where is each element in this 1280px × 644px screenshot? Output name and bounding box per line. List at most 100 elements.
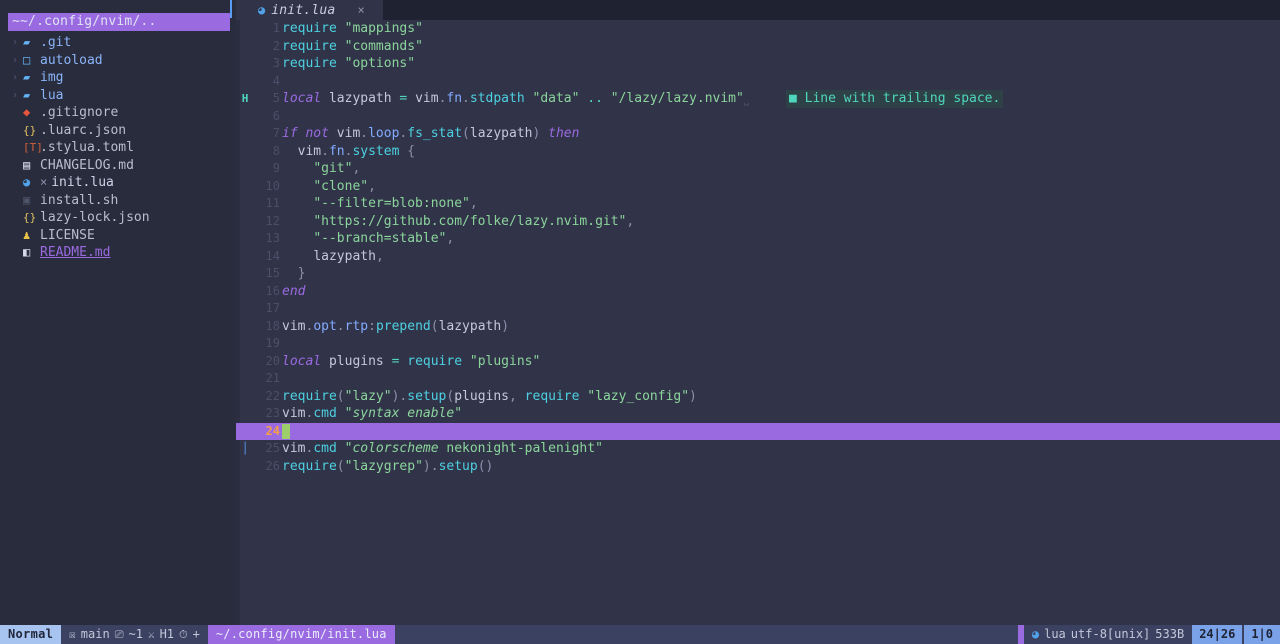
code-line[interactable]: 17 xyxy=(236,300,1280,318)
code-line[interactable]: 3 require "options" xyxy=(236,55,1280,73)
code-line[interactable]: 22 require("lazy").setup(plugins, require… xyxy=(236,388,1280,406)
lua-icon: ◕ xyxy=(1031,627,1040,641)
line-number: 4 xyxy=(272,73,280,88)
status-plus-label: + xyxy=(192,627,200,641)
lsp-icon: ⚔ xyxy=(147,628,155,641)
chevron-right-icon[interactable]: › xyxy=(12,69,23,87)
code-editor[interactable]: 1 require "mappings" 2 require "commands" 3 r… xyxy=(236,20,1280,625)
file-tree-item-label: .gitignore xyxy=(40,105,119,120)
code-line-text: } xyxy=(297,266,306,281)
code-line[interactable]: 10 "clone", xyxy=(236,178,1280,196)
code-line[interactable]: 24 xyxy=(236,422,1280,440)
status-file-path: ~/.config/nvim/init.lua xyxy=(207,625,395,644)
code-line[interactable]: 26 require("lazygrep").setup() xyxy=(236,458,1280,476)
chevron-right-icon[interactable]: › xyxy=(12,52,23,70)
line-number: 9 xyxy=(272,161,280,175)
file-tree-item-install-sh[interactable]: ▣ install.sh xyxy=(0,192,230,210)
status-diff-count: ~1 xyxy=(128,627,143,641)
status-git-section[interactable]: ☒ main ⎚ ~1 ⚔ H1 ⏱ + xyxy=(61,625,208,644)
text-cursor xyxy=(282,423,290,439)
lua-icon: ◕ xyxy=(258,3,266,17)
bufferline[interactable]: ◕ init.lua × xyxy=(236,0,1280,20)
file-tree-item-label: autoload xyxy=(40,52,103,68)
file-tree-item-init-lua[interactable]: ◕ × init.lua xyxy=(0,174,230,192)
code-line[interactable]: 7 if not vim.loop.fs_stat(lazypath) then xyxy=(236,125,1280,143)
code-line-text: vim.opt.rtp:prepend(lazypath) xyxy=(282,318,510,334)
code-line[interactable]: H 5 local lazypath = vim.fn.stdpath "data"… xyxy=(236,90,1280,108)
file-tree-item-label: .git xyxy=(40,35,72,50)
line-number: 18 xyxy=(265,318,280,333)
file-tree-list[interactable]: › ▰ .git › □ autoload › ▰ img › ▰ lua ◆ .gitignore {… xyxy=(0,34,230,262)
code-line[interactable]: 20 local plugins = require "plugins" xyxy=(236,353,1280,371)
line-number: 23 xyxy=(265,406,280,420)
code-line-text: "clone", xyxy=(313,178,376,194)
file-tree-item-autoload[interactable]: › □ autoload xyxy=(0,52,230,70)
line-number: 6 xyxy=(272,108,280,123)
file-tree-item--stylua-toml[interactable]: [T] .stylua.toml xyxy=(0,139,230,157)
folder-open-icon: □ xyxy=(23,52,31,67)
code-line[interactable]: 19 xyxy=(236,335,1280,353)
file-tree-item--git[interactable]: › ▰ .git xyxy=(0,34,230,52)
status-lsp-label: H1 xyxy=(159,627,175,641)
code-line[interactable]: 18 vim.opt.rtp:prepend(lazypath) xyxy=(236,318,1280,336)
code-line[interactable]: 4 xyxy=(236,73,1280,91)
code-line[interactable]: 13 "--branch=stable", xyxy=(236,230,1280,248)
file-tree-item-label: img xyxy=(40,70,64,85)
markdown-icon: ▤ xyxy=(23,157,31,172)
chevron-right-icon[interactable]: › xyxy=(12,34,23,52)
code-lines-container[interactable]: 1 require "mappings" 2 require "commands" 3 r… xyxy=(236,20,1280,475)
toml-icon: [T] xyxy=(23,141,43,154)
line-number: 25 xyxy=(265,441,280,455)
code-line[interactable]: 1 require "mappings" xyxy=(236,20,1280,38)
git-icon: ◆ xyxy=(23,105,31,119)
chevron-right-icon[interactable]: › xyxy=(12,87,23,105)
code-line[interactable]: 14 lazypath, xyxy=(236,248,1280,266)
line-number: 22 xyxy=(265,388,280,403)
readme-icon: ◧ xyxy=(23,245,31,259)
status-filetype: lua xyxy=(1044,627,1066,641)
file-tree-item--luarc-json[interactable]: {} .luarc.json xyxy=(0,122,230,140)
diagnostic-dot-icon: ■ xyxy=(789,91,797,106)
file-tree-item-lua[interactable]: › ▰ lua xyxy=(0,87,230,105)
file-tree-item-readme-md[interactable]: ◧ README.md xyxy=(0,244,230,262)
file-tree-item-changelog-md[interactable]: ▤ CHANGELOG.md xyxy=(0,157,230,175)
code-line[interactable]: │ 25 vim.cmd "colorscheme nekonight-paleni… xyxy=(236,440,1280,458)
code-line-text: local lazypath = vim.fn.stdpath "data" .… xyxy=(282,91,750,106)
file-tree-root-path[interactable]: ~~/.config/nvim/.. xyxy=(8,13,230,31)
line-number: 8 xyxy=(272,143,280,158)
buffer-tab-init-lua[interactable]: ◕ init.lua × xyxy=(236,0,383,20)
code-line[interactable]: 15 } xyxy=(236,265,1280,283)
code-line-text: "git", xyxy=(313,161,361,176)
status-mode: Normal xyxy=(0,625,62,644)
code-line[interactable]: 12 "https://github.com/folke/lazy.nvim.g… xyxy=(236,213,1280,231)
license-icon: ♟ xyxy=(23,227,31,242)
code-line[interactable]: 21 xyxy=(236,370,1280,388)
code-line[interactable]: 16 end xyxy=(236,283,1280,301)
code-line[interactable]: 11 "--filter=blob:none", xyxy=(236,195,1280,213)
gitsign-bar-icon: │ xyxy=(241,442,249,455)
buffer-tab-label: init.lua xyxy=(271,2,336,18)
code-line[interactable]: 23 vim.cmd "syntax enable" xyxy=(236,405,1280,423)
line-number: 15 xyxy=(265,266,280,280)
code-line-text: "https://github.com/folke/lazy.nvim.git"… xyxy=(313,213,635,229)
code-line[interactable]: 9 "git", xyxy=(236,160,1280,178)
file-tree-item--gitignore[interactable]: ◆ .gitignore xyxy=(0,104,230,122)
close-icon[interactable]: × xyxy=(357,3,364,17)
code-line[interactable]: 2 require "commands" xyxy=(236,38,1280,56)
file-tree-item-lazy-lock-json[interactable]: {} lazy-lock.json xyxy=(0,209,230,227)
code-line-text: end xyxy=(282,283,306,299)
line-number: 11 xyxy=(265,196,280,210)
code-line-text: "--filter=blob:none", xyxy=(313,196,478,211)
folder-icon: ▰ xyxy=(23,70,31,84)
file-tree-item-img[interactable]: › ▰ img xyxy=(0,69,230,87)
file-explorer-sidebar[interactable]: ~~/.config/nvim/.. › ▰ .git › □ autoload › ▰ img… xyxy=(0,0,230,625)
code-line[interactable]: 8 vim.fn.system { xyxy=(236,143,1280,161)
file-tree-item-license[interactable]: ♟ LICENSE xyxy=(0,227,230,245)
line-number: 24 xyxy=(265,423,280,438)
status-filetype-section: ◕ lua utf-8[unix] 533B xyxy=(1023,625,1193,644)
code-line[interactable]: 6 xyxy=(236,108,1280,126)
